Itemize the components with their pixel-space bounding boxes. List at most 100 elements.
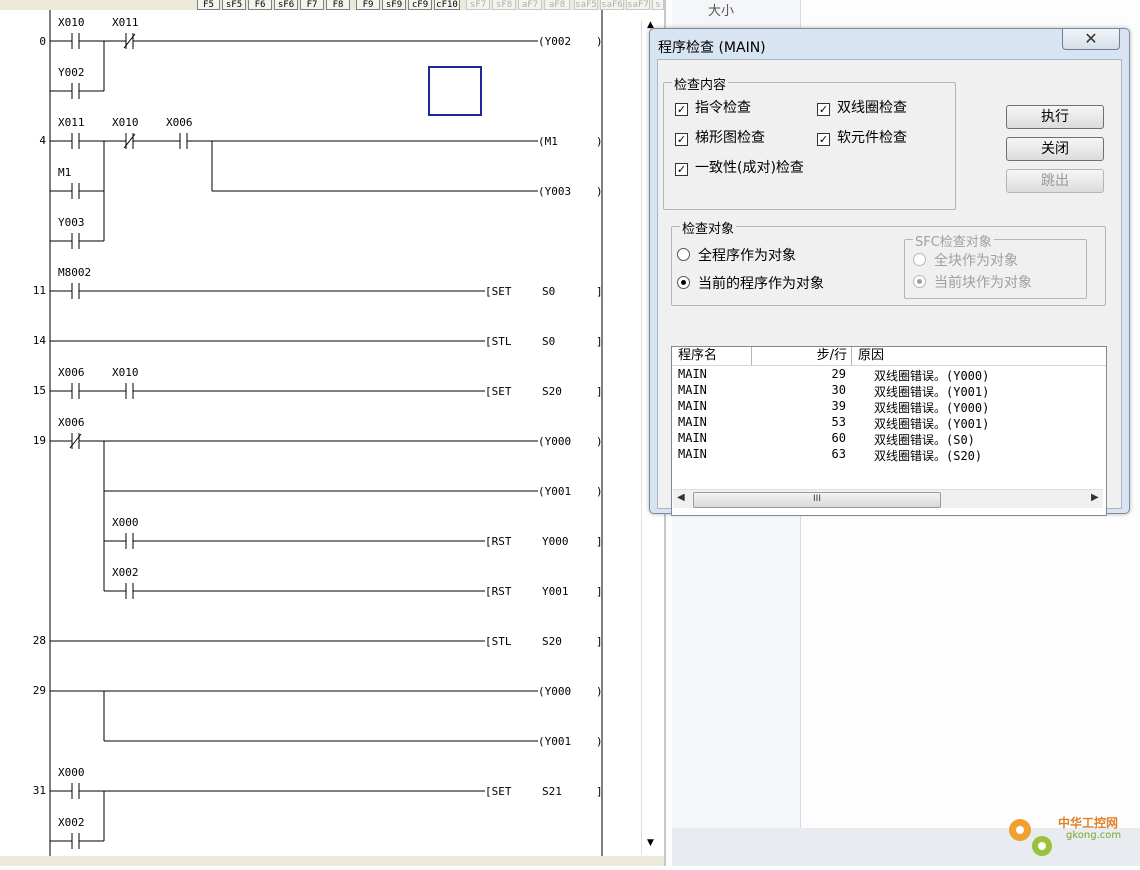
instruction-op: [SET (485, 385, 512, 398)
instruction-arg: S0 (542, 335, 555, 348)
contact-label: X010 (112, 116, 139, 129)
close-icon[interactable]: ✕ (1062, 29, 1120, 50)
instruction-bracket: ] (596, 285, 603, 298)
radio-selected-icon[interactable] (677, 276, 690, 289)
checkbox-icon[interactable]: ✓ (675, 163, 688, 176)
checkbox-ladder-check[interactable]: ✓ 梯形图检查 (675, 127, 765, 147)
function-key-saf6[interactable]: saF6 (600, 0, 624, 10)
coil-bracket: ) (596, 485, 603, 498)
scroll-right-icon[interactable]: ▶ (1091, 492, 1099, 503)
contact-label: Y002 (58, 66, 85, 79)
function-key-f9[interactable]: F9 (356, 0, 380, 10)
instruction-arg: Y001 (542, 585, 569, 598)
jump-button[interactable]: 跳出 (1006, 169, 1104, 193)
coil-label: (Y001 (538, 485, 571, 498)
checkbox-double-coil-check[interactable]: ✓ 双线圈检查 (817, 97, 907, 117)
table-row[interactable]: MAIN 53 双线圈错误。(Y001) (672, 415, 1106, 431)
function-key-f7[interactable]: F7 (300, 0, 324, 10)
table-row[interactable]: MAIN 30 双线圈错误。(Y001) (672, 383, 1106, 399)
instruction-bracket: ] (596, 585, 603, 598)
function-key-sf8[interactable]: sF8 (492, 0, 516, 10)
coil-bracket: ) (596, 185, 603, 198)
table-row[interactable]: MAIN 63 双线圈错误。(S20) (672, 447, 1106, 463)
contact-label: X010 (112, 366, 139, 379)
function-key-f5[interactable]: F5 (197, 0, 220, 10)
instruction-op: [STL (485, 635, 512, 648)
checkbox-consistency-check[interactable]: ✓ 一致性(成对)检查 (675, 157, 804, 177)
radio-label: 当前块作为对象 (934, 275, 1032, 291)
function-key-s[interactable]: s (652, 0, 664, 10)
contact-label: X011 (112, 16, 139, 29)
function-key-saf5[interactable]: saF5 (574, 0, 598, 10)
function-key-sf9[interactable]: sF9 (382, 0, 406, 10)
contact-label: X010 (58, 16, 85, 29)
checkbox-device-check[interactable]: ✓ 软元件检查 (817, 127, 907, 147)
scroll-left-icon[interactable]: ◀ (677, 492, 685, 503)
coil-label: (Y002 (538, 35, 571, 48)
function-key-af7[interactable]: aF7 (518, 0, 542, 10)
function-key-sf7[interactable]: sF7 (466, 0, 490, 10)
check-target-title: 检查对象 (680, 218, 737, 237)
coil-label: (Y003 (538, 185, 571, 198)
cell-step: 30 (831, 383, 846, 397)
table-row[interactable]: MAIN 39 双线圈错误。(Y000) (672, 399, 1106, 415)
function-key-af8[interactable]: aF8 (544, 0, 570, 10)
column-program-name[interactable]: 程序名 (672, 347, 752, 365)
cell-program: MAIN (678, 399, 707, 413)
cell-program: MAIN (678, 367, 707, 381)
cell-reason: 双线圈错误。(S0) (874, 433, 975, 447)
scroll-down-icon[interactable]: ▼ (647, 838, 654, 848)
radio-current-program[interactable]: 当前的程序作为对象 (677, 273, 824, 293)
step-number: 15 (33, 384, 46, 397)
contact-label: X000 (58, 766, 85, 779)
checkbox-icon[interactable]: ✓ (675, 103, 688, 116)
horizontal-scrollbar[interactable]: ◀ III ▶ (673, 489, 1103, 508)
function-key-sf5[interactable]: sF5 (222, 0, 246, 10)
cell-program: MAIN (678, 415, 707, 429)
radio-icon[interactable] (677, 248, 690, 261)
cell-reason: 双线圈错误。(Y001) (874, 385, 990, 399)
radio-all-programs[interactable]: 全程序作为对象 (677, 245, 796, 265)
radio-icon[interactable] (913, 253, 926, 266)
checkbox-instruction-check[interactable]: ✓ 指令检查 (675, 97, 751, 117)
contact-label: X006 (166, 116, 193, 129)
step-number: 31 (33, 784, 46, 797)
function-key-sf6[interactable]: sF6 (274, 0, 298, 10)
coil-label: (M1 (538, 135, 558, 148)
status-strip (0, 856, 664, 866)
radio-all-blocks[interactable]: 全块作为对象 (913, 250, 1018, 270)
function-key-cf10[interactable]: cF10 (434, 0, 460, 10)
column-reason[interactable]: 原因 (852, 347, 1106, 365)
close-button[interactable]: 关闭 (1006, 137, 1104, 161)
function-key-saf7[interactable]: saF7 (626, 0, 650, 10)
checkbox-icon[interactable]: ✓ (817, 133, 830, 146)
step-number: 11 (33, 284, 46, 297)
table-row[interactable]: MAIN 29 双线圈错误。(Y000) (672, 367, 1106, 383)
execute-button[interactable]: 执行 (1006, 105, 1104, 129)
checkbox-icon[interactable]: ✓ (817, 103, 830, 116)
cell-step: 63 (831, 447, 846, 461)
check-results-list[interactable]: 程序名 步/行 原因 MAIN 29 双线圈错误。(Y000) MAIN 30 双线圈错误… (671, 346, 1107, 516)
contact-label: M8002 (58, 266, 91, 279)
radio-label: 全程序作为对象 (698, 248, 796, 264)
instruction-bracket: ] (596, 335, 603, 348)
coil-label: (Y000 (538, 685, 571, 698)
sfc-target-title: SFC检查对象 (913, 231, 994, 250)
function-key-f8[interactable]: F8 (326, 0, 350, 10)
scroll-thumb[interactable]: III (693, 492, 941, 508)
coil-bracket: ) (596, 35, 603, 48)
contact-label: M1 (58, 166, 71, 179)
radio-current-block[interactable]: 当前块作为对象 (913, 272, 1032, 292)
function-key-f6[interactable]: F6 (248, 0, 272, 10)
instruction-bracket: ] (596, 385, 603, 398)
table-row[interactable]: MAIN 60 双线圈错误。(S0) (672, 431, 1106, 447)
instruction-bracket: ] (596, 635, 603, 648)
checkbox-icon[interactable]: ✓ (675, 133, 688, 146)
function-key-cf9[interactable]: cF9 (408, 0, 432, 10)
list-header: 程序名 步/行 原因 (672, 347, 1106, 366)
instruction-arg: S20 (542, 385, 562, 398)
radio-selected-icon[interactable] (913, 275, 926, 288)
coil-bracket: ) (596, 685, 603, 698)
coil-bracket: ) (596, 135, 603, 148)
column-step-line[interactable]: 步/行 (752, 347, 852, 365)
